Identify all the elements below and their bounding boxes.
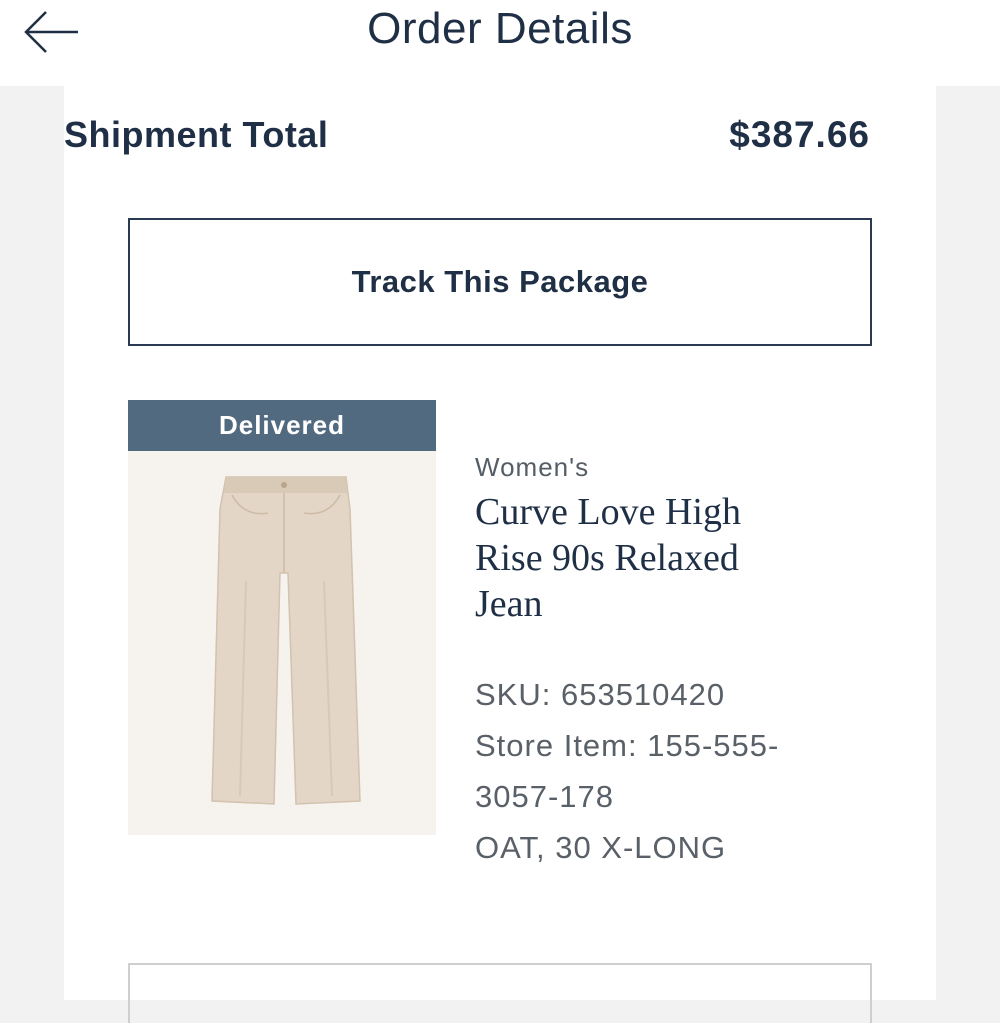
shipment-total-row: Shipment Total $387.66 — [64, 114, 870, 164]
next-section-box — [128, 963, 872, 1023]
page-title: Order Details — [367, 4, 633, 53]
product-sku: SKU: 653510420 — [475, 677, 726, 712]
shipment-total-label: Shipment Total — [64, 114, 329, 155]
product-info: Women's Curve Love High Rise 90s Relaxed… — [475, 452, 875, 873]
product-name[interactable]: Curve Love High Rise 90s Relaxed Jean — [475, 489, 805, 627]
app-header: Order Details — [0, 0, 1000, 86]
shipment-total-amount: $387.66 — [729, 114, 870, 155]
product-variant: OAT, 30 X-LONG — [475, 830, 727, 865]
product-store-item: Store Item: 155-555-3057-178 — [475, 728, 780, 814]
product-category: Women's — [475, 452, 590, 482]
track-package-button[interactable]: Track This Package — [128, 218, 872, 346]
product-meta: SKU: 653510420 Store Item: 155-555-3057-… — [475, 669, 835, 873]
beige-jeans-image[interactable] — [128, 451, 436, 835]
status-badge: Delivered — [128, 400, 436, 451]
